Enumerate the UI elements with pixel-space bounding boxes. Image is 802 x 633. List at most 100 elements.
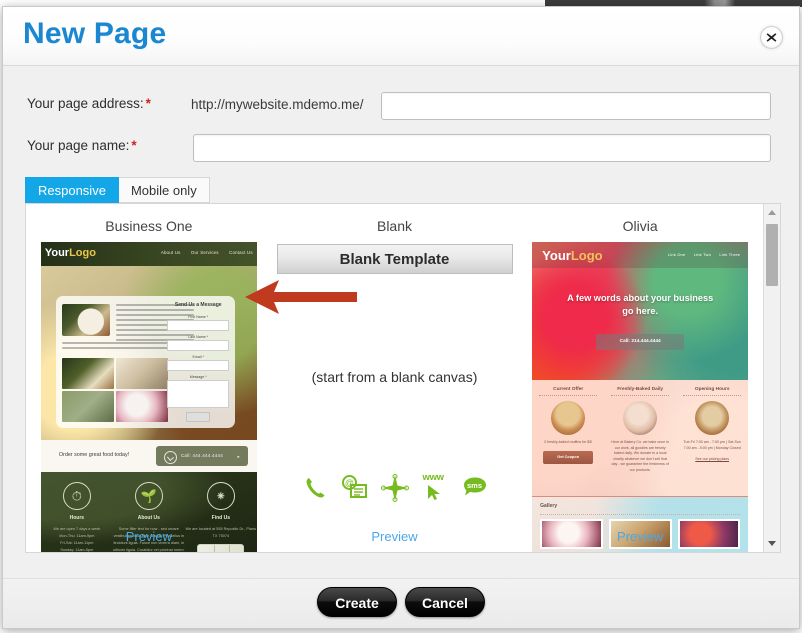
thumb-navbar: YourLogo About Us Our Services Contact U… <box>40 242 257 266</box>
thumb-cta-text: Order some great food today! <box>58 452 130 458</box>
logo-part-2: Logo <box>570 248 603 263</box>
nav-link-2: Our Services <box>190 250 219 255</box>
thumb-feature-title: Opening Hours <box>694 387 730 392</box>
preview-link-blank[interactable]: Preview <box>272 529 518 544</box>
screen: New Page Your page address: * http://mywe… <box>0 0 802 633</box>
clock-icon: ⏱ <box>62 482 91 510</box>
new-page-dialog: New Page Your page address: * http://mywe… <box>2 6 800 629</box>
nav-link-3: Link Three <box>719 252 741 257</box>
url-prefix-text: http://mywebsite.mdemo.me/ <box>191 97 364 112</box>
thumb-footer-title: About Us <box>137 515 160 521</box>
template-name: Business One <box>105 218 193 234</box>
thumb-features: Current Offer 3 freshly-baked muffins fo… <box>532 380 749 496</box>
www-cursor-icon: www <box>421 472 449 502</box>
feature-icon-row: @ www sms <box>272 472 518 502</box>
thumb-form-title: Send Us a Message <box>174 302 222 308</box>
thumb-gallery: Gallery <box>532 497 749 552</box>
template-card-blank[interactable]: Blank Blank Template (start from a blank… <box>272 204 518 552</box>
scroll-up-button[interactable] <box>764 204 780 221</box>
thumb-form-input <box>167 340 230 351</box>
divider <box>540 514 741 515</box>
template-columns: Business One YourLogo About Us Our Servi… <box>26 204 763 552</box>
thumb-cta-button: Call: 214.444.4444 <box>596 334 685 350</box>
template-gallery-scrollbar[interactable] <box>763 204 780 552</box>
blank-canvas-hint: (start from a blank canvas) <box>311 369 478 385</box>
thumb-form-label: Last Name * <box>188 335 209 339</box>
thumb-image-food <box>61 304 110 336</box>
tab-mobile-only[interactable]: Mobile only <box>118 177 210 203</box>
thumb-feature-title: Current Offer <box>553 387 584 392</box>
thumb-footer-line: Sunday: 11am-5pm <box>60 548 94 552</box>
thumb-image-grid <box>61 358 168 422</box>
page-address-label-text: Your page address: <box>27 96 144 111</box>
template-card-business-one[interactable]: Business One YourLogo About Us Our Servi… <box>26 204 272 552</box>
blank-template-button[interactable]: Blank Template <box>276 244 513 274</box>
thumb-form-textarea <box>167 380 230 408</box>
triangle-up-icon <box>768 210 776 215</box>
thumb-feature-opening-hours: Opening Hours Tue-Fri 7:00 am - 7:00 pm … <box>676 380 748 496</box>
phone-icon <box>163 450 177 464</box>
thumb-feature-current-offer: Current Offer 3 freshly-baked muffins fo… <box>532 380 604 496</box>
thumb-hero: YourLogo Link One Link Two Link Three A … <box>532 242 749 380</box>
dialog-footer: Create Cancel <box>3 579 799 628</box>
nav-link-1: Link One <box>667 252 686 257</box>
thumb-cta-bar: Order some great food today! Call: 444.4… <box>40 440 257 472</box>
template-card-olivia[interactable]: Olivia YourLogo Link One Link Two Link T… <box>517 204 763 552</box>
thumb-feature-columns: Current Offer 3 freshly-baked muffins fo… <box>532 380 748 496</box>
required-marker: * <box>145 96 151 111</box>
thumb-footer-title: Find Us <box>211 515 230 521</box>
template-name: Blank <box>376 218 413 234</box>
thumb-coupon-label: Get Coupon <box>557 454 580 459</box>
page-address-row: Your page address: * http://mywebsite.mde… <box>3 92 799 122</box>
compass-icon <box>380 474 409 502</box>
thumb-feature-text: Here at Bakery Co. we bake once in our w… <box>611 440 669 472</box>
thumb-feature-freshly-baked: Freshly-Baked Daily Here at Bakery Co. w… <box>604 380 676 496</box>
preview-link-olivia[interactable]: Preview <box>517 529 763 544</box>
thumb-contact-form: Send Us a Message First Name * Last Name… <box>167 302 230 422</box>
thumb-gallery-title: Gallery <box>540 503 558 509</box>
required-marker: * <box>131 138 137 153</box>
thumb-headline: A few words about your business go here. <box>567 293 714 316</box>
chevron-right-icon: ▸ <box>237 453 240 459</box>
thumb-nav-links: About Us Our Services Contact Us <box>152 250 253 255</box>
logo-part-2: Logo <box>69 247 96 259</box>
scroll-down-button[interactable] <box>764 535 780 552</box>
nav-link-2: Link Two <box>693 252 712 257</box>
thumb-content-card: Send Us a Message First Name * Last Name… <box>55 296 236 428</box>
page-name-input[interactable] <box>193 134 771 162</box>
create-button[interactable]: Create <box>317 587 397 617</box>
thumb-feature-link: See our pricing plans <box>695 457 730 462</box>
dialog-header: New Page <box>3 7 799 66</box>
logo-part-1: Your <box>44 247 70 259</box>
sms-label: sms <box>466 481 482 490</box>
thumb-form-input <box>167 360 230 371</box>
thumb-hero: Send Us a Message First Name * Last Name… <box>40 266 257 440</box>
page-name-label: Your page name: * <box>27 138 137 153</box>
logo-part-1: Your <box>542 248 571 263</box>
thumb-image-bread <box>695 401 730 435</box>
signpost-icon: ⁕ <box>206 482 235 510</box>
divider <box>539 395 597 396</box>
thumb-cta-button-label: Call: 444.444.4444 <box>180 453 223 458</box>
phone-icon <box>301 474 329 502</box>
preview-link-business-one[interactable]: Preview <box>26 529 272 544</box>
template-thumbnail-business-one[interactable]: YourLogo About Us Our Services Contact U… <box>40 242 257 552</box>
thumb-cta-button-label: Call: 214.444.4444 <box>619 339 661 344</box>
thumb-image-baking <box>623 401 658 435</box>
page-address-input[interactable] <box>381 92 771 120</box>
divider <box>683 395 741 396</box>
tab-responsive[interactable]: Responsive <box>25 177 119 203</box>
page-address-label: Your page address: * <box>27 96 151 111</box>
thumb-form-input <box>167 320 230 331</box>
triangle-down-icon <box>768 541 776 546</box>
thumb-feature-text: Tue-Fri 7:00 am - 7:00 pm | Sat-Sun 7:00… <box>683 440 741 450</box>
cancel-button[interactable]: Cancel <box>405 587 485 617</box>
thumb-nav-links: Link One Link Two Link Three <box>661 252 740 257</box>
plant-icon: 🌱 <box>134 482 163 510</box>
svg-text:@: @ <box>344 478 353 488</box>
template-thumbnail-olivia[interactable]: YourLogo Link One Link Two Link Three A … <box>532 242 749 552</box>
thumb-feature-title: Freshly-Baked Daily <box>617 387 664 392</box>
close-button[interactable] <box>760 26 783 49</box>
sms-icon: sms <box>461 474 489 502</box>
scroll-thumb[interactable] <box>766 224 778 286</box>
